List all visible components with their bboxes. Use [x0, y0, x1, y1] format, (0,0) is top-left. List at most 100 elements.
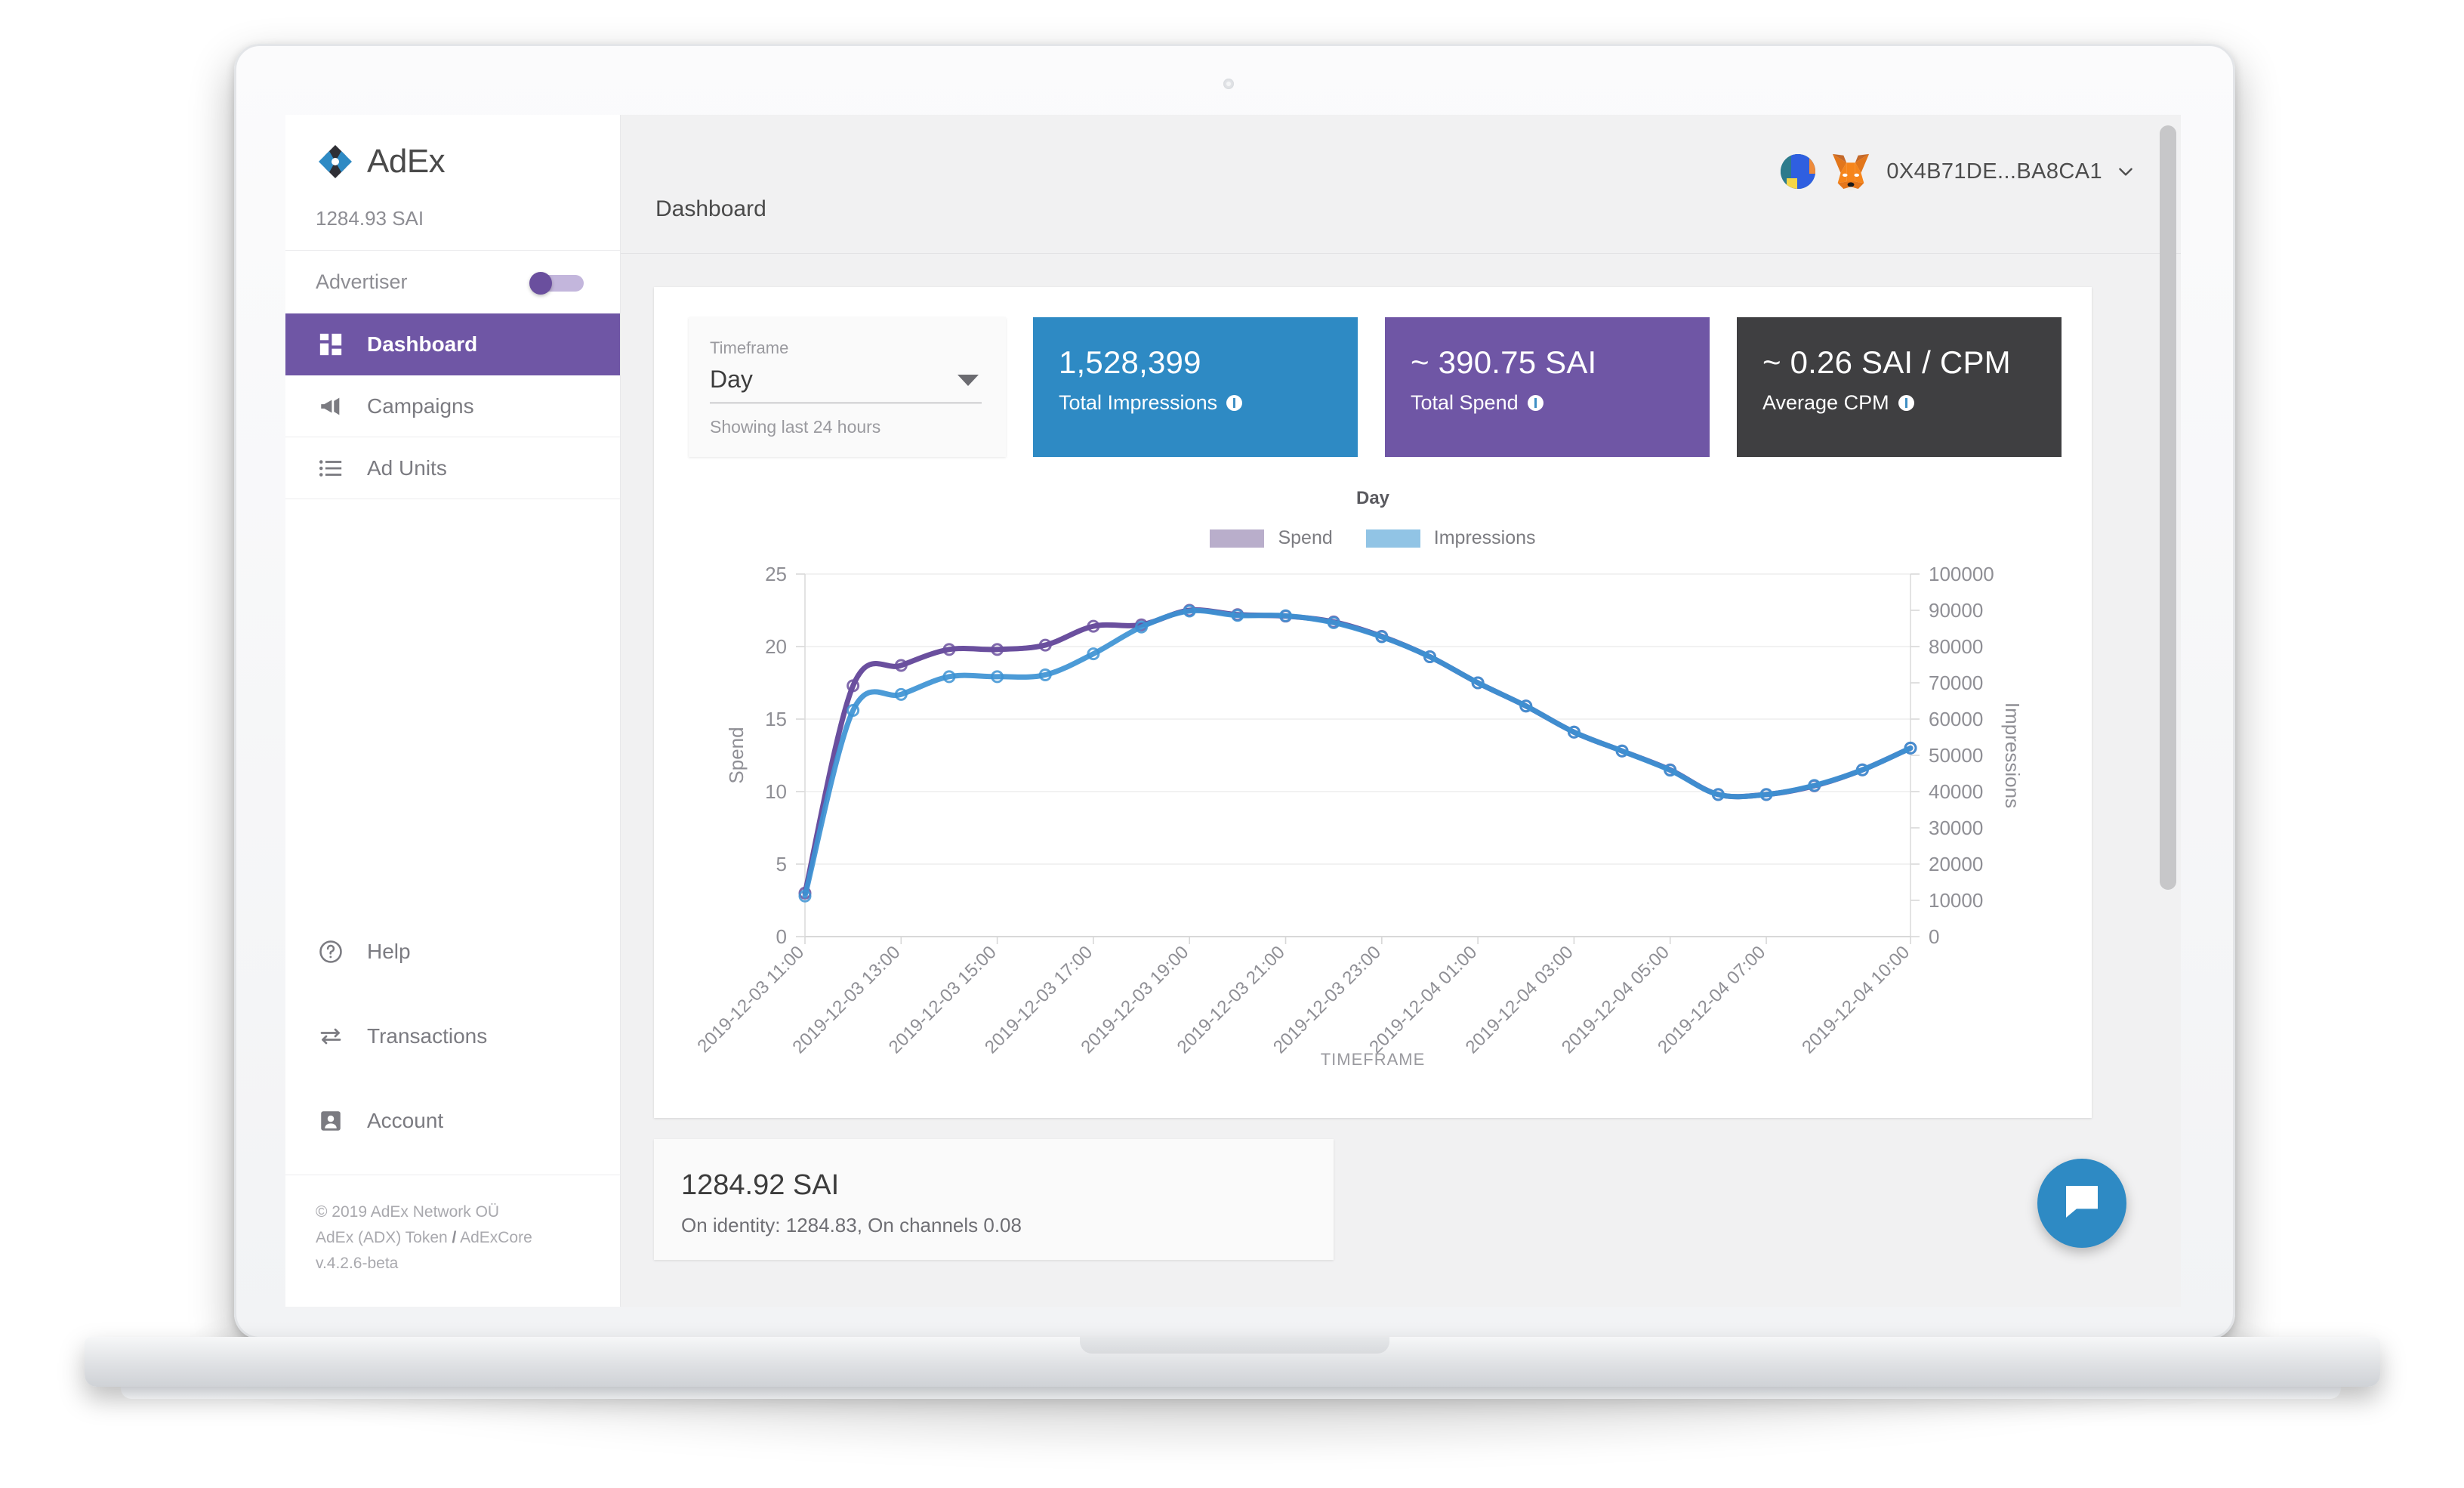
page-title: Dashboard: [655, 196, 766, 221]
legend-label: Spend: [1278, 527, 1333, 548]
footer-version: v.4.2.6-beta: [316, 1254, 399, 1272]
sidebar-item-account[interactable]: Account: [285, 1079, 621, 1163]
sidebar-item-transactions[interactable]: Transactions: [285, 994, 621, 1079]
sidebar-item-label: Ad Units: [367, 455, 447, 480]
timeframe-label: Timeframe: [710, 338, 789, 357]
stat-label-row: Total Impressions: [1059, 391, 1358, 415]
topbar: Dashboard 0X4B71DE...BA8CA1: [621, 115, 2181, 254]
brand[interactable]: AdEx: [285, 115, 620, 181]
footer-link-separator: /: [452, 1228, 457, 1246]
screenshot-root: AdEx 1284.93 SAI Advertiser Dashboard Ca…: [0, 0, 2464, 1488]
x-tick-label-group: 2019-12-04 07:00: [1654, 942, 1769, 1057]
stat-value: 1,528,399: [1059, 344, 1201, 380]
x-tick-label: 2019-12-04 07:00: [1654, 942, 1769, 1057]
footer-link-core[interactable]: AdExCore: [460, 1229, 532, 1246]
dropdown-arrow-icon: [958, 375, 979, 386]
y-tick-label: 5: [776, 853, 787, 875]
y-tick-label: 10: [765, 780, 787, 803]
account-address: 0X4B71DE...BA8CA1: [1886, 159, 2102, 184]
dashboard-grid-icon: [316, 329, 346, 360]
sidebar-item-campaigns[interactable]: Campaigns: [285, 375, 620, 437]
stat-card-total-impressions: 1,528,399 Total Impressions: [1033, 317, 1358, 457]
balance-card: 1284.92 SAI On identity: 1284.83, On cha…: [654, 1139, 1334, 1260]
y2-tick-label: 20000: [1929, 853, 1983, 875]
sidebar-item-ad-units[interactable]: Ad Units: [285, 437, 620, 499]
sidebar-item-label: Dashboard: [367, 332, 478, 356]
webcam-lens-icon: [1226, 82, 1231, 86]
series-line-impressions: [802, 607, 1914, 899]
balance-detail: On identity: 1284.83, On channels 0.08: [681, 1214, 1022, 1236]
stat-label: Average CPM: [1762, 391, 1889, 414]
stat-value: ~ 390.75 SAI: [1411, 344, 1597, 380]
scrollbar-thumb[interactable]: [2160, 125, 2176, 890]
adex-logo-icon: [316, 142, 355, 181]
y2-tick-label: 90000: [1929, 599, 1983, 622]
info-icon[interactable]: [1527, 395, 1543, 411]
timeframe-card: Timeframe Day Showing last 24 hours: [689, 317, 1006, 457]
y2-axis-title: Impressions: [2001, 702, 2024, 808]
chat-support-button[interactable]: [2037, 1159, 2126, 1248]
info-icon[interactable]: [1226, 395, 1243, 411]
y-axis-title: Spend: [725, 727, 748, 783]
stat-card-average-cpm: ~ 0.26 SAI / CPM Average CPM: [1737, 317, 2062, 457]
sidebar-item-label: Transactions: [367, 1024, 488, 1048]
mode-toggle-label: Advertiser: [316, 270, 408, 293]
sidebar-item-label: Campaigns: [367, 394, 474, 418]
y2-tick-label: 40000: [1929, 780, 1983, 803]
sidebar: AdEx 1284.93 SAI Advertiser Dashboard Ca…: [285, 115, 621, 1307]
main-content: Timeframe Day Showing last 24 hours 1,52…: [621, 254, 2181, 1307]
toggle-knob: [529, 271, 552, 295]
legend-swatch: [1210, 529, 1265, 548]
footer-copyright: © 2019 AdEx Network OÜ: [316, 1202, 500, 1221]
sidebar-item-label: Help: [367, 940, 411, 963]
y-tick-label: 15: [765, 708, 787, 730]
x-axis-title: TIMEFRAME: [1320, 1050, 1426, 1069]
summary-cards: Timeframe Day Showing last 24 hours 1,52…: [689, 317, 2062, 457]
page-scrollbar[interactable]: [2160, 125, 2176, 1295]
mode-toggle-row[interactable]: Advertiser: [285, 251, 620, 313]
list-icon: [316, 453, 346, 483]
chart-area: 0 5 10 15 20 25 0 10000 20000 30000 40000 50000 6000…: [654, 559, 2092, 1080]
x-tick-label: 2019-12-04 10:00: [1798, 942, 1914, 1057]
info-icon[interactable]: [1898, 395, 1914, 411]
megaphone-icon: [316, 391, 346, 421]
laptop-trackpad-notch: [1080, 1337, 1389, 1354]
y2-tick-label: 70000: [1929, 671, 1983, 694]
stat-label-row: Average CPM: [1762, 391, 2062, 415]
sidebar-balance: 1284.93 SAI: [316, 207, 424, 230]
y2-tick-label: 100000: [1929, 563, 1994, 585]
x-tick-label: 2019-12-03 11:00: [693, 942, 808, 1057]
sidebar-item-help[interactable]: Help: [285, 909, 621, 994]
y2-tick-label: 0: [1929, 925, 1939, 948]
stat-value: ~ 0.26 SAI / CPM: [1762, 344, 2011, 380]
timeframe-select[interactable]: Day: [710, 358, 982, 403]
chevron-down-icon: [2116, 162, 2136, 181]
chat-bubble-icon: [2061, 1181, 2103, 1227]
footer-links: AdEx (ADX) Token / AdExCore: [316, 1225, 621, 1251]
legend-item-impressions[interactable]: Impressions: [1365, 527, 1536, 549]
legend-label: Impressions: [1433, 527, 1536, 548]
y-tick-label: 0: [776, 925, 787, 948]
laptop-foot: [121, 1387, 2341, 1399]
legend-item-spend[interactable]: Spend: [1210, 527, 1333, 549]
account-box-icon: [316, 1106, 346, 1136]
brand-name: AdEx: [367, 143, 446, 180]
y-tick-label: 20: [765, 635, 787, 658]
y2-tick-label: 30000: [1929, 817, 1983, 839]
chart-title: Day: [1355, 488, 1390, 508]
account-menu-button[interactable]: 0X4B71DE...BA8CA1: [1781, 151, 2136, 192]
balance-value: 1284.92 SAI: [681, 1169, 840, 1201]
footer-link-token[interactable]: AdEx (ADX) Token: [316, 1229, 448, 1246]
metamask-fox-icon: [1829, 151, 1873, 192]
chart-legend: Spend Impressions: [654, 527, 2092, 549]
mode-toggle-switch[interactable]: [529, 271, 584, 295]
identicon-avatar: [1781, 154, 1816, 189]
line-chart[interactable]: 0 5 10 15 20 25 0 10000 20000 30000 40000 50000 6000…: [654, 559, 2092, 1080]
sidebar-item-dashboard[interactable]: Dashboard: [285, 313, 620, 375]
x-tick-label-group: 2019-12-04 10:00: [1798, 942, 1914, 1057]
help-circle-icon: [316, 937, 346, 967]
dashboard-panel: Timeframe Day Showing last 24 hours 1,52…: [654, 287, 2092, 1118]
sidebar-bottom-nav: Help Transactions Account: [285, 909, 621, 1163]
transfer-arrows-icon: [316, 1021, 346, 1051]
stat-card-total-spend: ~ 390.75 SAI Total Spend: [1385, 317, 1710, 457]
